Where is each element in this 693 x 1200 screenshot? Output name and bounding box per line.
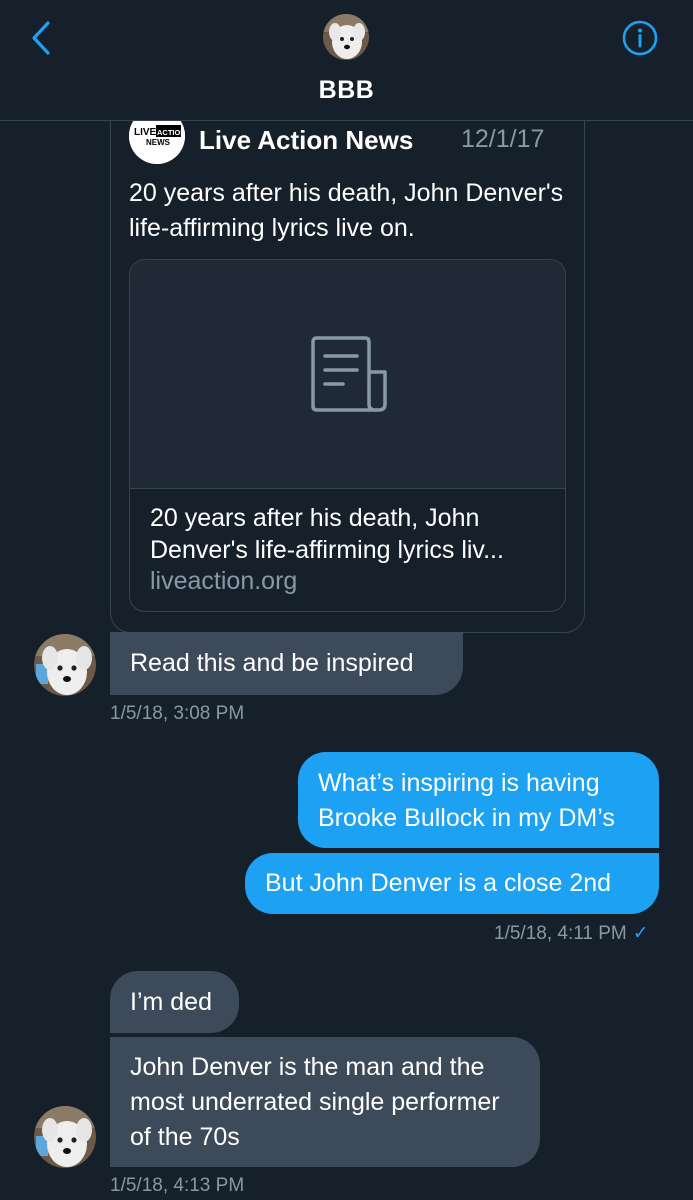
timestamp-text: 1/5/18, 4:11 PM: [494, 923, 627, 944]
message-bubble-received[interactable]: I’m ded: [110, 971, 239, 1033]
article-icon: [310, 336, 387, 412]
message-timestamp: 1/5/18, 4:11 PM ✓: [494, 922, 649, 945]
chevron-left-icon: [32, 21, 50, 55]
svg-text:NEWS: NEWS: [146, 138, 171, 147]
svg-text:LIVE: LIVE: [134, 127, 157, 138]
message-bubble-received[interactable]: Read this and be inspired: [110, 632, 463, 695]
shared-tweet-card[interactable]: LIVE ACTION NEWS Live Action News 12/1/1…: [110, 96, 585, 633]
message-bubble-sent[interactable]: What’s inspiring is having Brooke Bulloc…: [298, 752, 659, 848]
svg-text:ACTION: ACTION: [157, 128, 185, 137]
info-button[interactable]: [620, 18, 660, 58]
message-timestamp: 1/5/18, 3:08 PM: [110, 703, 245, 724]
message-text: John Denver is the man and the most unde…: [130, 1053, 500, 1151]
message-text: Read this and be inspired: [130, 649, 414, 677]
back-button[interactable]: [24, 18, 58, 58]
header-avatar[interactable]: [323, 14, 369, 60]
message-text: What’s inspiring is having Brooke Bulloc…: [318, 769, 615, 832]
dm-conversation-screen: BBB LIVE ACTION NEWS Live Action News 12…: [0, 0, 693, 1200]
info-circle-icon: [622, 20, 658, 56]
link-domain: liveaction.org: [150, 567, 298, 595]
dog-avatar-image: [323, 14, 369, 60]
tweet-text: 20 years after his death, John Denver's …: [129, 179, 564, 242]
message-timestamp: 1/5/18, 4:13 PM: [110, 1175, 245, 1196]
link-thumbnail: [130, 260, 565, 489]
dog-avatar-image: [34, 1106, 96, 1168]
dog-avatar-image: [34, 634, 96, 696]
message-text: I’m ded: [130, 988, 212, 1016]
sender-avatar[interactable]: [34, 1106, 96, 1168]
link-title: 20 years after his death, John Denver's …: [150, 504, 504, 564]
link-preview-card[interactable]: 20 years after his death, John Denver's …: [129, 259, 566, 612]
message-text: But John Denver is a close 2nd: [265, 869, 612, 897]
message-bubble-sent[interactable]: But John Denver is a close 2nd: [245, 853, 659, 914]
read-receipt-check-icon: ✓: [632, 923, 649, 944]
sender-avatar[interactable]: [34, 634, 96, 696]
tweet-date: 12/1/17: [461, 125, 545, 153]
message-bubble-received[interactable]: John Denver is the man and the most unde…: [110, 1037, 540, 1167]
conversation-header: BBB: [0, 0, 693, 121]
conversation-title: BBB: [318, 76, 375, 104]
tweet-author-name: Live Action News: [199, 125, 414, 155]
